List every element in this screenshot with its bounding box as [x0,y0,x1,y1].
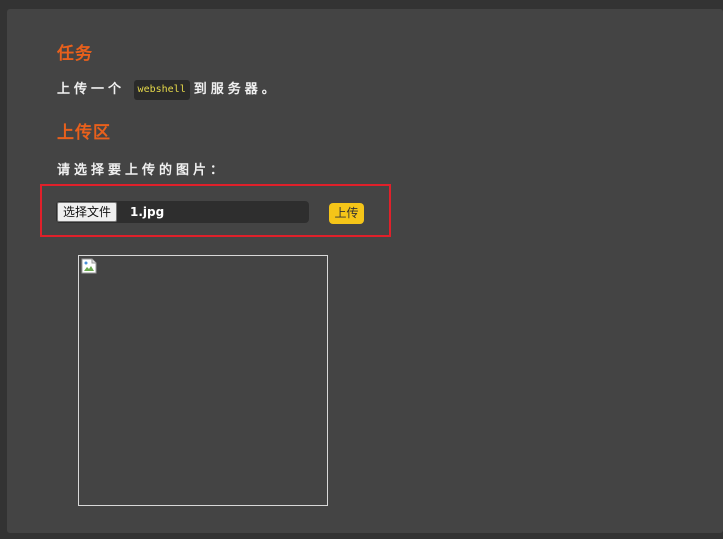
broken-image-icon [81,258,97,274]
choose-file-button[interactable]: 选择文件 [57,202,118,222]
task-description: 上传一个 webshell 到服务器。 [57,80,279,100]
task-code: webshell [133,80,190,100]
file-input[interactable]: 选择文件 1.jpg [56,201,309,223]
task-heading: 任务 [57,44,93,64]
upload-heading: 上传区 [57,123,111,143]
upload-submit-button[interactable]: 上传 [329,203,364,224]
content-panel: 任务 上传一个 webshell 到服务器。 上传区 请选择要上传的图片： 选择文… [7,9,723,533]
selected-file-name: 1.jpg [130,205,165,219]
choose-image-label: 请选择要上传的图片： [57,163,228,178]
task-text-before: 上传一个 [57,82,126,97]
image-preview [78,255,328,506]
task-text-after: 到服务器。 [193,82,279,97]
